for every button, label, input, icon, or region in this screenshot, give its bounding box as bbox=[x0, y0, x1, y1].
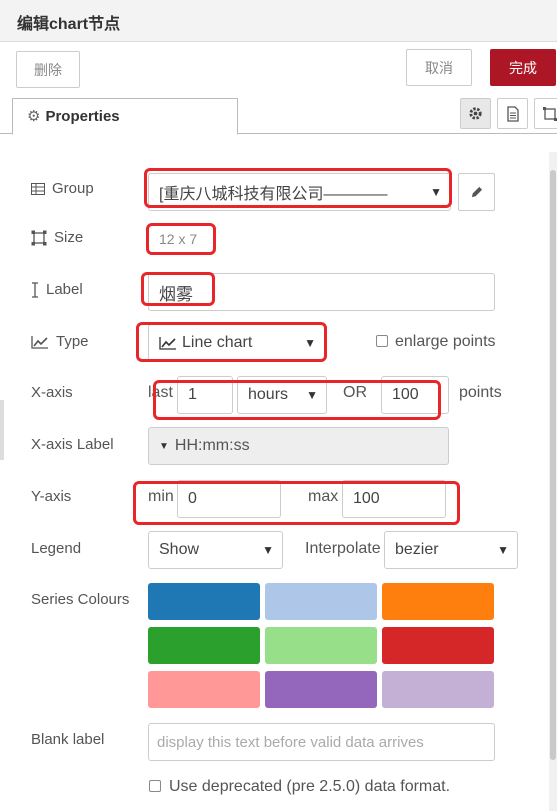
yaxis-label: Y-axis bbox=[31, 488, 72, 505]
xaxis-format-value: HH:mm:ss bbox=[174, 437, 250, 454]
description-tab-button[interactable] bbox=[497, 98, 528, 129]
series-colour-swatch[interactable] bbox=[148, 627, 260, 664]
group-select[interactable]: [重庆八城科技有限公司———— ▼ bbox=[148, 173, 451, 211]
xaxis-points-text: points bbox=[459, 384, 502, 401]
caret-down-icon: ▼ bbox=[262, 543, 274, 557]
edit-group-button[interactable] bbox=[458, 173, 495, 211]
type-select-value: Line chart bbox=[182, 334, 253, 351]
caret-down-icon: ▼ bbox=[306, 388, 318, 402]
resize-icon bbox=[31, 230, 47, 246]
resize-handle[interactable] bbox=[0, 400, 4, 460]
label-field-label: Label bbox=[31, 281, 83, 298]
series-colour-swatch[interactable] bbox=[265, 671, 377, 708]
line-chart-icon bbox=[31, 335, 49, 349]
xaxis-last-input[interactable]: 1 bbox=[177, 376, 233, 414]
tray-toolbar: 删除 取消 完成 bbox=[0, 42, 557, 96]
interpolate-select[interactable]: bezier ▼ bbox=[384, 531, 518, 569]
series-colour-swatch[interactable] bbox=[382, 671, 494, 708]
delete-button[interactable]: 删除 bbox=[16, 51, 80, 88]
interpolate-label: Interpolate bbox=[305, 540, 381, 557]
series-colour-swatch[interactable] bbox=[265, 627, 377, 664]
tab-properties[interactable]: ⚙ Properties bbox=[12, 98, 238, 135]
xaxis-format-select[interactable]: ▼ HH:mm:ss bbox=[148, 427, 449, 465]
appearance-tab-button[interactable] bbox=[534, 98, 557, 129]
type-select-value-wrap: Line chart bbox=[159, 334, 252, 352]
done-button[interactable]: 完成 bbox=[490, 49, 556, 86]
tab-bar: ⚙ Properties bbox=[0, 96, 557, 135]
document-icon bbox=[506, 105, 519, 122]
caret-down-icon: ▼ bbox=[159, 440, 169, 452]
cancel-button[interactable]: 取消 bbox=[406, 49, 472, 86]
type-label: Type bbox=[31, 333, 89, 350]
gear-icon bbox=[469, 107, 482, 120]
type-select[interactable]: Line chart ▼ bbox=[148, 324, 325, 362]
tray-title: 编辑chart节点 bbox=[17, 16, 121, 33]
xaxis-or-text: OR bbox=[343, 384, 367, 401]
caret-down-icon: ▼ bbox=[430, 185, 442, 199]
tray-header: 编辑chart节点 bbox=[0, 0, 557, 42]
series-colour-swatch[interactable] bbox=[382, 583, 494, 620]
series-colour-swatch[interactable] bbox=[148, 671, 260, 708]
blank-label-label: Blank label bbox=[31, 731, 105, 748]
gear-icon: ⚙ bbox=[27, 108, 41, 125]
table-icon bbox=[31, 182, 45, 195]
caret-down-icon: ▼ bbox=[304, 336, 316, 350]
scrollbar-thumb[interactable] bbox=[550, 170, 556, 760]
label-input[interactable]: 烟雾 bbox=[148, 273, 495, 311]
xaxis-unit-select[interactable]: hours ▼ bbox=[237, 376, 327, 414]
enlarge-points-checkbox[interactable] bbox=[376, 335, 388, 347]
series-colour-swatch[interactable] bbox=[265, 583, 377, 620]
series-colour-swatch[interactable] bbox=[382, 627, 494, 664]
enlarge-points-label: enlarge points bbox=[395, 333, 496, 350]
series-colours-label: Series Colours bbox=[31, 591, 130, 608]
group-select-value: [重庆八城科技有限公司———— bbox=[159, 186, 388, 203]
series-colour-swatch[interactable] bbox=[148, 583, 260, 620]
yaxis-max-input[interactable]: 100 bbox=[342, 480, 446, 518]
interpolate-select-value: bezier bbox=[395, 541, 439, 558]
line-chart-icon bbox=[159, 337, 176, 350]
text-cursor-icon bbox=[31, 281, 39, 298]
yaxis-min-input[interactable]: 0 bbox=[177, 480, 281, 518]
xaxis-last-text: last bbox=[148, 384, 173, 401]
deprecated-format-checkbox[interactable] bbox=[149, 780, 161, 792]
xaxis-label-label: X-axis Label bbox=[31, 436, 114, 453]
settings-tab-button[interactable] bbox=[460, 98, 491, 129]
group-label: Group bbox=[31, 180, 94, 197]
pencil-icon bbox=[471, 186, 483, 197]
xaxis-label: X-axis bbox=[31, 384, 73, 401]
size-label: Size bbox=[31, 229, 83, 246]
legend-select[interactable]: Show ▼ bbox=[148, 531, 283, 569]
legend-label: Legend bbox=[31, 540, 82, 557]
xaxis-unit-value: hours bbox=[248, 386, 289, 403]
xaxis-points-input[interactable]: 100 bbox=[381, 376, 449, 414]
blank-label-input[interactable] bbox=[148, 723, 495, 761]
tab-properties-label: Properties bbox=[45, 108, 120, 125]
deprecated-format-label: Use deprecated (pre 2.5.0) data format. bbox=[169, 778, 451, 795]
legend-select-value: Show bbox=[159, 541, 200, 558]
layout-icon bbox=[542, 106, 557, 121]
size-button[interactable]: 12 x 7 bbox=[148, 223, 214, 255]
yaxis-min-text: min bbox=[148, 488, 174, 505]
yaxis-max-text: max bbox=[308, 488, 339, 505]
caret-down-icon: ▼ bbox=[497, 543, 509, 557]
